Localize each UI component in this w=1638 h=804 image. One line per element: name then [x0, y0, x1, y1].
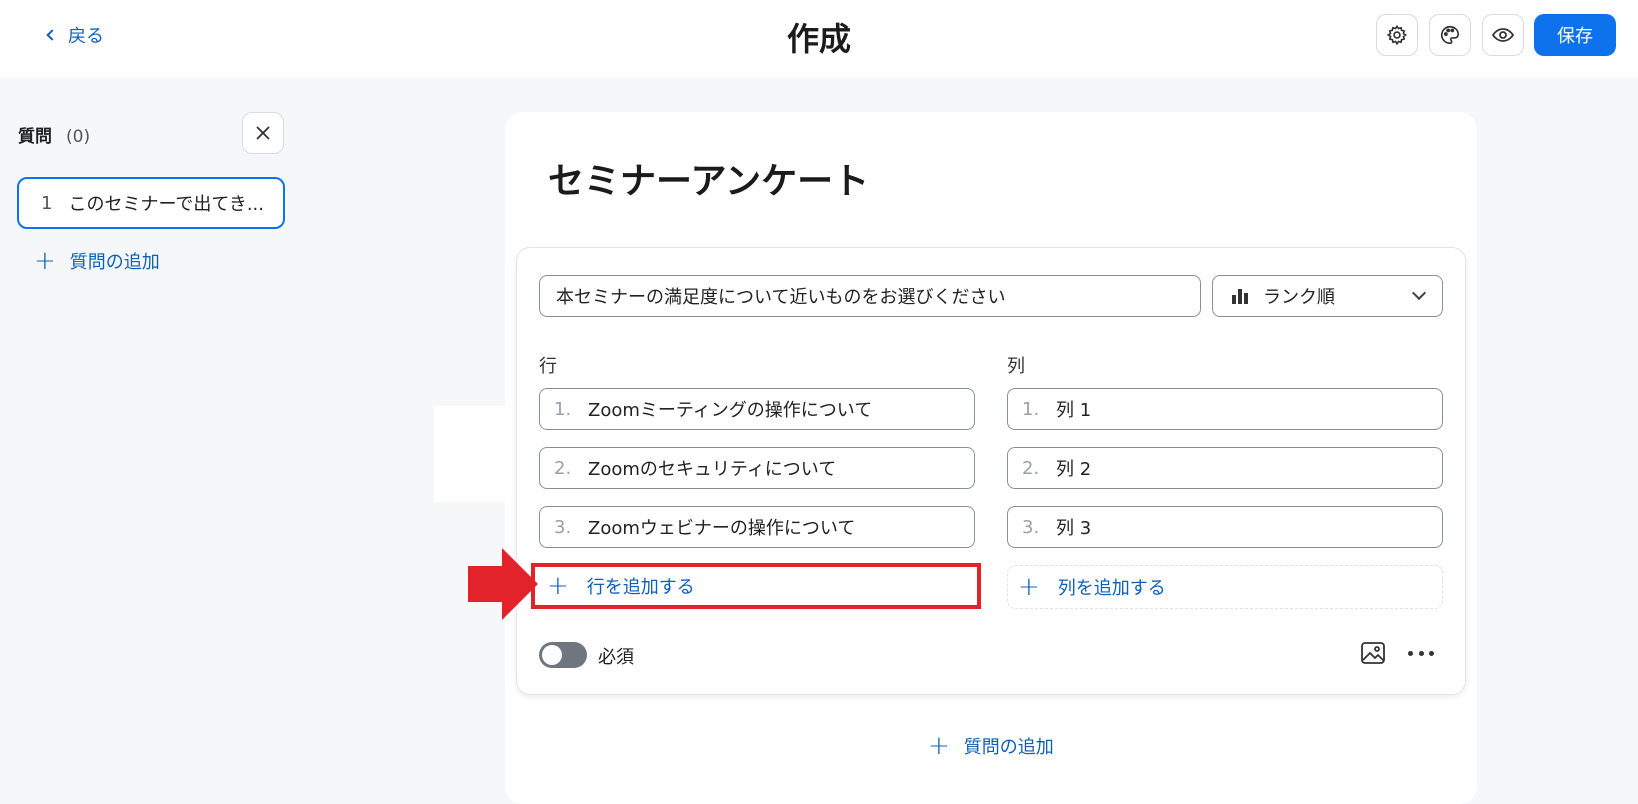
- add-column-label: 列を追加する: [1057, 578, 1166, 599]
- column-number: 1.: [1022, 398, 1040, 420]
- plus-icon: +: [928, 731, 950, 761]
- top-bar: 戻る 作成 保存: [0, 0, 1638, 78]
- row-option[interactable]: 1. Zoomミーティングの操作について: [539, 388, 975, 430]
- required-label: 必須: [598, 647, 634, 668]
- row-option[interactable]: 3. Zoomウェビナーの操作について: [539, 506, 975, 548]
- row-number: 1.: [554, 398, 572, 420]
- column-option[interactable]: 1. 列 1: [1007, 388, 1443, 430]
- eye-icon: [1491, 28, 1515, 42]
- row-label: Zoomミーティングの操作について: [588, 400, 873, 421]
- column-number: 3.: [1022, 516, 1040, 538]
- questions-title: 質問: [18, 127, 52, 147]
- row-label: Zoomウェビナーの操作について: [588, 518, 856, 539]
- toggle-knob: [542, 645, 562, 665]
- column-label: 列 1: [1056, 400, 1092, 421]
- row-label: Zoomのセキュリティについて: [588, 459, 837, 480]
- add-column-button[interactable]: + 列を追加する: [1007, 565, 1443, 609]
- blank-area: [434, 406, 514, 502]
- theme-button[interactable]: [1429, 14, 1471, 56]
- chevron-down-icon: [1411, 285, 1427, 301]
- palette-icon: [1441, 25, 1460, 45]
- column-number: 2.: [1022, 457, 1040, 479]
- question-text-input[interactable]: 本セミナーの満足度について近いものをお選びください: [539, 275, 1201, 317]
- image-icon[interactable]: [1360, 640, 1386, 666]
- close-sidebar-button[interactable]: [242, 112, 284, 154]
- questions-header: 質問 (0): [18, 122, 90, 147]
- settings-button[interactable]: [1376, 14, 1418, 56]
- row-number: 3.: [554, 516, 572, 538]
- add-row-button[interactable]: + 行を追加する: [531, 563, 981, 609]
- sidebar-question-item[interactable]: 1 このセミナーで出てき...: [17, 177, 285, 229]
- more-options-icon[interactable]: [1408, 640, 1434, 666]
- questions-count: (0): [66, 127, 91, 147]
- question-type-label: ランク順: [1263, 287, 1335, 308]
- sidebar-add-question-button[interactable]: + 質問の追加: [34, 248, 160, 274]
- row-option[interactable]: 2. Zoomのセキュリティについて: [539, 447, 975, 489]
- required-toggle[interactable]: [539, 642, 587, 668]
- rows-label: 行: [539, 356, 557, 377]
- bar-chart-icon: [1232, 289, 1248, 304]
- row-number: 2.: [554, 457, 572, 479]
- close-icon: [256, 126, 270, 140]
- preview-button[interactable]: [1482, 14, 1524, 56]
- column-label: 列 2: [1056, 459, 1092, 480]
- question-label: このセミナーで出てき...: [68, 194, 264, 215]
- highlight-arrow-icon: [468, 548, 538, 620]
- add-question-label: 質問の追加: [69, 252, 160, 273]
- plus-icon: +: [1018, 572, 1040, 602]
- add-question-button[interactable]: + 質問の追加: [928, 733, 1054, 759]
- plus-icon: +: [547, 571, 569, 601]
- columns-label: 列: [1007, 356, 1025, 377]
- question-number: 1: [41, 192, 53, 214]
- gear-icon: [1386, 24, 1408, 46]
- plus-icon: +: [34, 246, 56, 276]
- column-label: 列 3: [1056, 518, 1092, 539]
- add-row-label: 行を追加する: [586, 577, 695, 598]
- question-type-select[interactable]: ランク順: [1212, 275, 1443, 317]
- survey-title[interactable]: セミナーアンケート: [548, 152, 869, 204]
- column-option[interactable]: 3. 列 3: [1007, 506, 1443, 548]
- save-button[interactable]: 保存: [1534, 14, 1616, 56]
- column-option[interactable]: 2. 列 2: [1007, 447, 1443, 489]
- add-question-label: 質問の追加: [963, 737, 1054, 758]
